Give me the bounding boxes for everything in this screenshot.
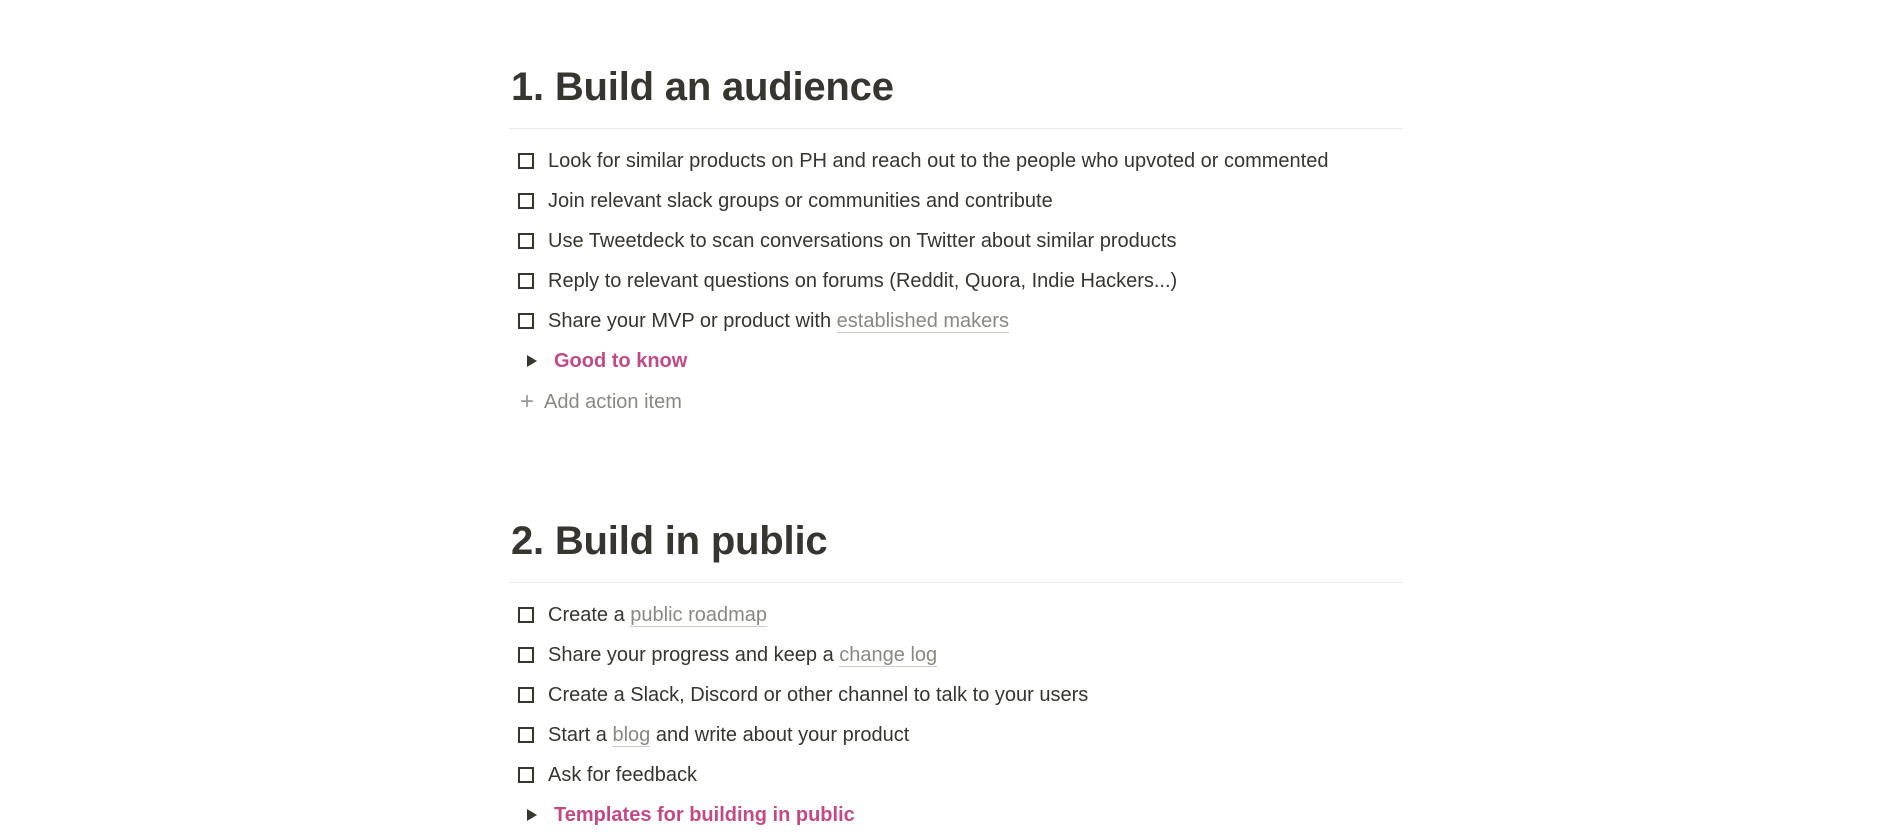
toggle-label[interactable]: Good to know <box>554 347 687 375</box>
todo-text-prefix: Create a <box>548 604 631 626</box>
todo-item: Start a blog and write about your produc… <box>510 715 1402 755</box>
checkbox-icon[interactable] <box>518 727 534 743</box>
section-heading: 1. Build an audience <box>511 65 894 109</box>
todo-text[interactable]: Use Tweetdeck to scan conversations on T… <box>548 227 1176 255</box>
checkbox-icon[interactable] <box>518 193 534 209</box>
toggle-templates-building-in-public[interactable]: Templates for building in public <box>510 795 1402 835</box>
checkbox-icon[interactable] <box>518 233 534 249</box>
link-blog[interactable]: blog <box>612 724 651 747</box>
todo-text[interactable]: Reply to relevant questions on forums (R… <box>548 267 1177 295</box>
divider <box>510 582 1402 583</box>
todo-text[interactable]: Start a blog and write about your produc… <box>548 721 909 749</box>
todo-item: Join relevant slack groups or communitie… <box>510 181 1402 221</box>
add-action-item-label: Add action item <box>544 391 682 413</box>
checkbox-icon[interactable] <box>518 313 534 329</box>
toggle-label[interactable]: Templates for building in public <box>554 801 855 829</box>
plus-icon: + <box>519 388 534 415</box>
toggle-good-to-know[interactable]: Good to know <box>510 341 1402 381</box>
checkbox-icon[interactable] <box>518 607 534 623</box>
todo-item: Look for similar products on PH and reac… <box>510 141 1402 181</box>
todo-item: Share your progress and keep a change lo… <box>510 635 1402 675</box>
triangle-right-icon[interactable] <box>527 355 537 367</box>
todo-text-prefix: Start a <box>548 724 613 746</box>
todo-text[interactable]: Look for similar products on PH and reac… <box>548 147 1328 175</box>
section-build-in-public: 2. Build in public Create a public roadm… <box>510 514 1402 835</box>
checkbox-icon[interactable] <box>518 767 534 783</box>
checkbox-icon[interactable] <box>518 273 534 289</box>
todo-item: Share your MVP or product with establish… <box>510 301 1402 341</box>
todo-item: Reply to relevant questions on forums (R… <box>510 261 1402 301</box>
todo-text[interactable]: Create a Slack, Discord or other channel… <box>548 681 1088 709</box>
todo-text[interactable]: Ask for feedback <box>548 761 697 789</box>
link-established-makers[interactable]: established makers <box>836 310 1009 333</box>
todo-item: Use Tweetdeck to scan conversations on T… <box>510 221 1402 261</box>
todo-text[interactable]: Share your MVP or product with establish… <box>548 307 1009 335</box>
triangle-right-icon[interactable] <box>527 809 537 821</box>
checkbox-icon[interactable] <box>518 687 534 703</box>
divider <box>510 128 1402 129</box>
todo-text-prefix: Share your MVP or product with <box>548 310 837 332</box>
todo-item: Create a public roadmap <box>510 595 1402 635</box>
link-public-roadmap[interactable]: public roadmap <box>630 604 768 627</box>
link-change-log[interactable]: change log <box>839 644 938 667</box>
todo-item: Ask for feedback <box>510 755 1402 795</box>
todo-text[interactable]: Join relevant slack groups or communitie… <box>548 187 1053 215</box>
todo-text[interactable]: Create a public roadmap <box>548 601 768 629</box>
section-heading: 2. Build in public <box>511 519 828 563</box>
todo-item: Create a Slack, Discord or other channel… <box>510 675 1402 715</box>
checkbox-icon[interactable] <box>518 647 534 663</box>
todo-text-suffix: and write about your product <box>650 724 910 746</box>
section-build-audience: 1. Build an audience Look for similar pr… <box>510 60 1402 423</box>
checkbox-icon[interactable] <box>518 153 534 169</box>
add-action-item-button[interactable]: + Add action item <box>510 381 1402 423</box>
todo-text[interactable]: Share your progress and keep a change lo… <box>548 641 938 669</box>
todo-text-prefix: Share your progress and keep a <box>548 644 840 666</box>
notion-page: 1. Build an audience Look for similar pr… <box>0 0 1898 837</box>
